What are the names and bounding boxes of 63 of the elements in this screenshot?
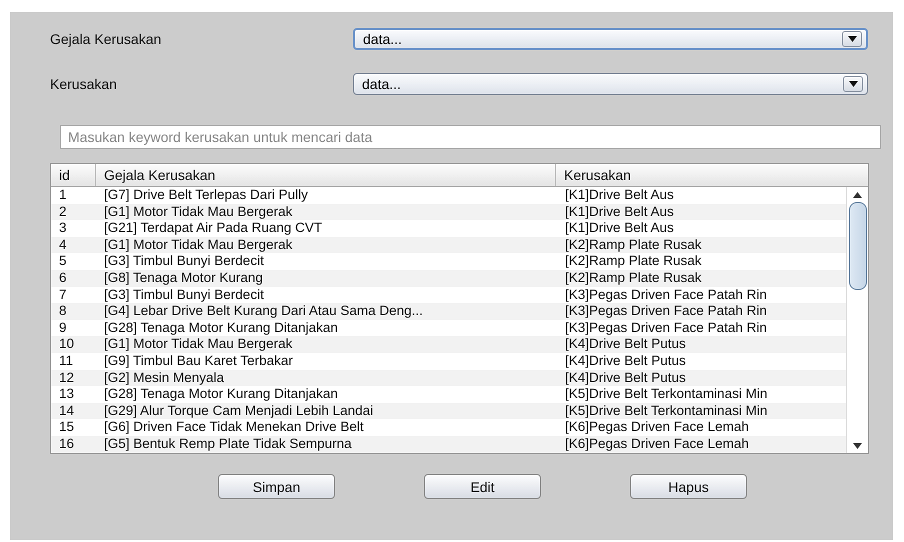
table-cell-text: [K3]Pegas Driven Face Patah Rin <box>564 303 768 320</box>
table-cell-text: [K4]Drive Belt Putus <box>564 370 687 386</box>
table-cell-text: [K2]Ramp Plate Rusak <box>564 236 703 254</box>
column-header[interactable]: Gejala Kerusakan <box>96 164 556 186</box>
table-cell-text: [K1]Drive Belt Aus <box>564 220 675 237</box>
scrollbar-thumb[interactable] <box>848 202 866 290</box>
table-cell-text: [G7] Drive Belt Terlepas Dari Pully <box>103 187 309 204</box>
field-label: Gejala Kerusakan <box>50 31 162 47</box>
table-cell-text: [G28] Tenaga Motor Kurang Ditanjakan <box>103 320 339 336</box>
table-cell-text: [G5] Bentuk Remp Plate Tidak Sempurna <box>103 436 353 452</box>
column-header[interactable]: Kerusakan <box>556 164 868 186</box>
table-cell-text: 6 <box>58 270 68 287</box>
scrollbar[interactable] <box>846 187 868 453</box>
table-cell-text: [G6] Driven Face Tidak Menekan Drive Belt <box>103 419 365 436</box>
action-button[interactable]: Hapus <box>630 474 747 499</box>
table-cell-text: [G9] Timbul Bau Karet Terbakar <box>103 352 294 370</box>
table-cell-text: 13 <box>58 386 76 403</box>
table-cell-text: 15 <box>58 419 76 436</box>
table-cell-text: [K2]Ramp Plate Rusak <box>564 253 703 270</box>
table-cell-text: [K4]Drive Belt Putus <box>564 336 687 353</box>
table-cell-text: [K1]Drive Belt Aus <box>564 187 675 204</box>
table-cell-text: [K1]Drive Belt Aus <box>564 204 675 220</box>
table-cell-text: [K6]Pegas Driven Face Lemah <box>564 419 750 436</box>
table-cell-text: 8 <box>58 303 68 320</box>
table-cell-text: [K3]Pegas Driven Face Patah Rin <box>564 286 768 304</box>
dropdown[interactable]: data... <box>353 28 868 50</box>
table-cell-text: 12 <box>58 370 76 386</box>
scroll-down-icon[interactable] <box>853 443 862 449</box>
table-cell-text: [G4] Lebar Drive Belt Kurang Dari Atau Sama Deng... <box>103 303 424 320</box>
table-cell-text: [K5]Drive Belt Terkontaminasi Min <box>564 386 768 403</box>
table-cell-text: [G1] Motor Tidak Mau Bergerak <box>103 336 294 353</box>
table-cell-text: [G29] Alur Torque Cam Menjadi Lebih Landai <box>103 402 374 420</box>
table-cell-text: [G2] Mesin Menyala <box>103 370 226 386</box>
search-field[interactable]: Masukan keyword kerusakan untuk mencari data <box>60 125 881 149</box>
table-cell-text: [G21] Terdapat Air Pada Ruang CVT <box>103 220 324 237</box>
table-cell-text: 3 <box>58 220 68 237</box>
dropdown[interactable]: data... <box>353 73 868 95</box>
table-cell-text: [K5]Drive Belt Terkontaminasi Min <box>564 402 768 420</box>
table-cell-text: [G3] Timbul Bunyi Berdecit <box>103 253 265 270</box>
scroll-up-icon[interactable] <box>853 192 862 198</box>
table-cell-text: [K4]Drive Belt Putus <box>564 352 687 370</box>
table-cell-text: 14 <box>58 402 76 420</box>
field-label: Kerusakan <box>50 76 118 92</box>
table-cell-text: [G3] Timbul Bunyi Berdecit <box>103 286 265 304</box>
table-cell-text: [G8] Tenaga Motor Kurang <box>103 270 264 287</box>
table-cell-text: 2 <box>58 204 68 220</box>
action-button[interactable]: Simpan <box>218 474 335 499</box>
table-cell-text: [G28] Tenaga Motor Kurang Ditanjakan <box>103 386 339 403</box>
table-cell-text: [G1] Motor Tidak Mau Bergerak <box>103 204 294 220</box>
table-cell-text: [K3]Pegas Driven Face Patah Rin <box>564 320 768 336</box>
table-cell-text: 16 <box>58 436 76 452</box>
table-cell-text: 10 <box>58 336 76 353</box>
table-cell-text: [K2]Ramp Plate Rusak <box>564 270 703 287</box>
table-cell-text: 5 <box>58 253 68 270</box>
table-cell-text: 4 <box>58 236 68 254</box>
table-cell-text: [K6]Pegas Driven Face Lemah <box>564 436 750 452</box>
column-header[interactable]: id <box>51 164 96 186</box>
action-button[interactable]: Edit <box>424 474 541 499</box>
table-cell-text: 9 <box>58 320 68 336</box>
table-cell-text: 7 <box>58 286 68 304</box>
table-cell-text: 1 <box>58 187 68 204</box>
table-cell-text: [G1] Motor Tidak Mau Bergerak <box>103 236 294 254</box>
table-cell-text: 11 <box>58 352 74 370</box>
